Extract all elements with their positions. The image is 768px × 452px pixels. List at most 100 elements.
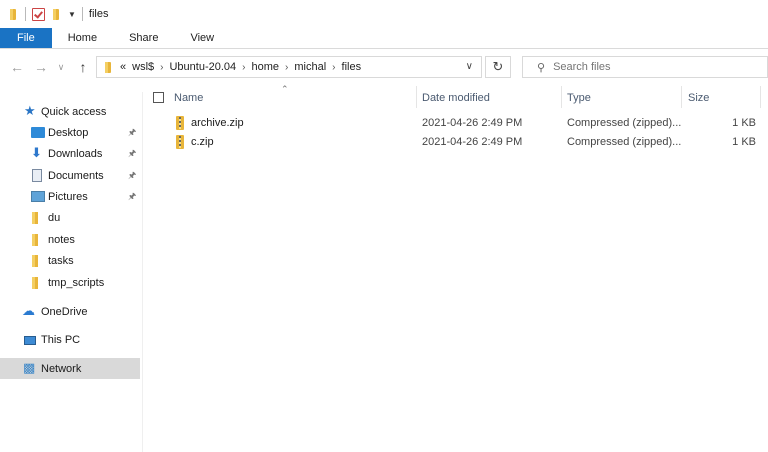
column-header-name[interactable]: Name: [174, 88, 203, 108]
sidebar-item-pictures[interactable]: Pictures 🖈: [0, 186, 140, 207]
toolbar-divider: [81, 7, 83, 21]
network-icon: ▩: [23, 360, 36, 375]
address-history-chevron-down-icon[interactable]: ∨: [466, 61, 473, 72]
ribbon-tabs: File Home Share View: [0, 28, 768, 49]
breadcrumb-ubuntu[interactable]: Ubuntu-20.04: [169, 61, 236, 73]
tab-file[interactable]: File: [0, 28, 52, 48]
column-divider[interactable]: [561, 86, 562, 108]
tab-view[interactable]: View: [174, 28, 230, 48]
title-bar: ▼ files: [0, 0, 768, 28]
sidebar-item-desktop[interactable]: Desktop 🖈: [0, 122, 140, 143]
folder-icon: [29, 255, 43, 267]
column-header-size[interactable]: Size: [688, 88, 709, 108]
sort-ascending-icon: ⌃: [281, 84, 289, 94]
star-icon: ★: [24, 103, 36, 118]
computer-icon: [24, 336, 36, 345]
sidebar-item-label: Documents: [48, 169, 104, 182]
sidebar-item-du[interactable]: du: [0, 207, 140, 228]
search-icon: ⚲: [537, 61, 546, 74]
navigation-pane: ★ Quick access Desktop 🖈 ⬇ Downloads 🖈 D…: [0, 92, 143, 452]
column-divider[interactable]: [416, 86, 417, 108]
sidebar-item-network[interactable]: ▩ Network: [0, 358, 140, 379]
table-row[interactable]: archive.zip 2021-04-26 2:49 PM Compresse…: [143, 114, 768, 133]
refresh-icon: ↻: [492, 59, 504, 74]
folder-icon: [29, 212, 43, 224]
back-arrow-icon[interactable]: ←: [8, 58, 26, 76]
search-box[interactable]: ⚲: [522, 56, 768, 78]
breadcrumb-wsl[interactable]: wsl$: [132, 61, 154, 73]
chevron-right-icon[interactable]: ›: [160, 62, 163, 73]
pin-icon[interactable]: 🖈: [128, 146, 136, 162]
sidebar-item-label: Pictures: [48, 190, 88, 203]
file-date-modified: 2021-04-26 2:49 PM: [422, 117, 523, 129]
file-list: ⌃ Name Date modified Type Size archive.z…: [143, 82, 768, 452]
sidebar-item-label: OneDrive: [41, 305, 88, 318]
sidebar-item-label: notes: [48, 233, 75, 246]
sidebar-item-documents[interactable]: Documents 🖈: [0, 165, 140, 186]
sidebar-item-onedrive[interactable]: ☁ OneDrive: [0, 301, 140, 322]
navigation-bar: ← → ∨ ↑ « wsl$ › Ubuntu-20.04 › home › m…: [0, 52, 768, 82]
documents-icon: [32, 169, 42, 182]
forward-arrow-icon[interactable]: →: [32, 58, 50, 76]
window-title: files: [88, 8, 109, 20]
new-folder-icon[interactable]: [51, 8, 62, 20]
pictures-icon: [31, 191, 45, 202]
sidebar-item-label: Downloads: [48, 147, 103, 160]
sidebar-item-downloads[interactable]: ⬇ Downloads 🖈: [0, 143, 140, 164]
customize-toolbar-chevron-icon[interactable]: ▼: [68, 10, 76, 19]
tab-share[interactable]: Share: [113, 28, 174, 48]
file-type: Compressed (zipped)...: [567, 136, 682, 148]
sidebar-item-label: du: [48, 211, 61, 224]
sidebar-item-notes[interactable]: notes: [0, 229, 140, 250]
sidebar-item-label: This PC: [41, 333, 81, 346]
up-arrow-icon[interactable]: ↑: [74, 58, 92, 76]
breadcrumb-overflow[interactable]: «: [120, 61, 126, 73]
breadcrumb-files[interactable]: files: [342, 61, 362, 73]
sidebar-item-label: tasks: [48, 254, 74, 267]
sidebar-item-tmp-scripts[interactable]: tmp_scripts: [0, 272, 140, 293]
sidebar-item-label: Desktop: [48, 126, 89, 139]
properties-icon[interactable]: [32, 7, 45, 21]
sidebar-item-label: Quick access: [41, 105, 107, 118]
folder-icon: [8, 8, 19, 20]
column-header-date-modified[interactable]: Date modified: [422, 88, 490, 108]
address-bar[interactable]: « wsl$ › Ubuntu-20.04 › home › michal › …: [96, 56, 482, 78]
sidebar-item-label: tmp_scripts: [48, 276, 105, 289]
file-date-modified: 2021-04-26 2:49 PM: [422, 136, 523, 148]
folder-icon: [29, 277, 43, 289]
breadcrumb-michal[interactable]: michal: [294, 61, 326, 73]
file-size: 1 KB: [732, 117, 756, 129]
sidebar-item-label: Network: [41, 362, 82, 375]
folder-icon: [103, 61, 114, 73]
column-divider[interactable]: [760, 86, 761, 108]
chevron-right-icon[interactable]: ›: [332, 62, 335, 73]
pin-icon[interactable]: 🖈: [128, 125, 136, 141]
file-size: 1 KB: [732, 136, 756, 148]
sidebar-item-tasks[interactable]: tasks: [0, 250, 140, 271]
table-row[interactable]: c.zip 2021-04-26 2:49 PM Compressed (zip…: [143, 133, 768, 152]
sidebar-item-this-pc[interactable]: This PC: [0, 329, 140, 350]
refresh-button[interactable]: ↻: [485, 56, 511, 78]
file-type: Compressed (zipped)...: [567, 117, 682, 129]
quick-access-toolbar: ▼: [8, 7, 83, 21]
download-icon: ⬇: [31, 145, 42, 160]
breadcrumb-home[interactable]: home: [252, 61, 280, 73]
folder-icon: [29, 234, 43, 246]
recent-locations-chevron-icon[interactable]: ∨: [52, 58, 70, 76]
zip-folder-icon: [175, 135, 185, 149]
file-name: c.zip: [191, 136, 214, 148]
breadcrumb: « wsl$ › Ubuntu-20.04 › home › michal › …: [103, 61, 361, 73]
chevron-right-icon[interactable]: ›: [285, 62, 288, 73]
tab-home[interactable]: Home: [52, 28, 113, 48]
column-divider[interactable]: [681, 86, 682, 108]
pin-icon[interactable]: 🖈: [128, 189, 136, 205]
select-all-checkbox[interactable]: [153, 92, 164, 103]
sidebar-item-quick-access[interactable]: ★ Quick access: [0, 101, 140, 122]
file-name: archive.zip: [191, 117, 244, 129]
zip-folder-icon: [175, 116, 185, 130]
toolbar-divider: [25, 7, 26, 21]
search-input[interactable]: [551, 60, 736, 74]
chevron-right-icon[interactable]: ›: [242, 62, 245, 73]
column-header-type[interactable]: Type: [567, 88, 591, 108]
pin-icon[interactable]: 🖈: [128, 168, 136, 184]
